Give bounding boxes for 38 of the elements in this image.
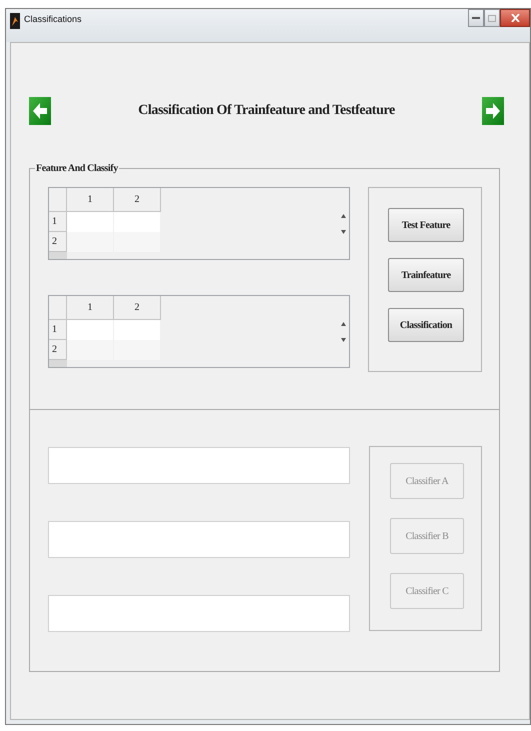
row-header: 1 — [49, 320, 67, 340]
column-header: 1 — [67, 296, 114, 320]
table-cell[interactable] — [67, 212, 114, 232]
page-heading: Classification Of Trainfeature and Testfeature — [137, 103, 396, 119]
result-field[interactable] — [48, 447, 350, 484]
close-button[interactable] — [500, 9, 530, 27]
action-button[interactable]: Trainfeature — [388, 258, 464, 292]
scroll-down-icon[interactable] — [340, 338, 346, 342]
scroll-down-icon[interactable] — [340, 230, 346, 234]
maximize-button[interactable] — [484, 9, 500, 27]
row-header: 2 — [49, 232, 67, 252]
row-header: 2 — [49, 340, 67, 360]
data-table[interactable]: 1 2 1 2 — [48, 295, 350, 368]
row-header: 1 — [49, 212, 67, 232]
action-button[interactable]: Classification — [388, 308, 464, 342]
app-icon — [10, 13, 20, 29]
window-title: Classifications — [24, 14, 82, 24]
table-footer — [49, 360, 67, 367]
table-cell[interactable] — [114, 212, 161, 232]
table-cell[interactable] — [114, 320, 161, 340]
minimize-icon — [472, 16, 480, 20]
column-header: 2 — [114, 188, 161, 212]
column-header: 2 — [114, 296, 161, 320]
action-button[interactable]: Test Feature — [388, 208, 464, 242]
scroll-up-icon[interactable] — [340, 322, 346, 326]
column-header: 1 — [67, 188, 114, 212]
minimize-button[interactable] — [468, 9, 484, 27]
scroll-up-icon[interactable] — [340, 214, 346, 218]
table-cell[interactable] — [67, 232, 114, 252]
table-footer — [49, 252, 67, 259]
result-field[interactable] — [48, 595, 350, 632]
data-table[interactable]: 1 2 1 2 — [48, 187, 350, 260]
table-cell[interactable] — [67, 340, 114, 360]
panel-title: Feature And Classify — [35, 163, 119, 174]
maximize-icon — [488, 14, 496, 22]
table-cell[interactable] — [67, 320, 114, 340]
result-field[interactable] — [48, 521, 350, 558]
close-icon — [510, 14, 520, 22]
